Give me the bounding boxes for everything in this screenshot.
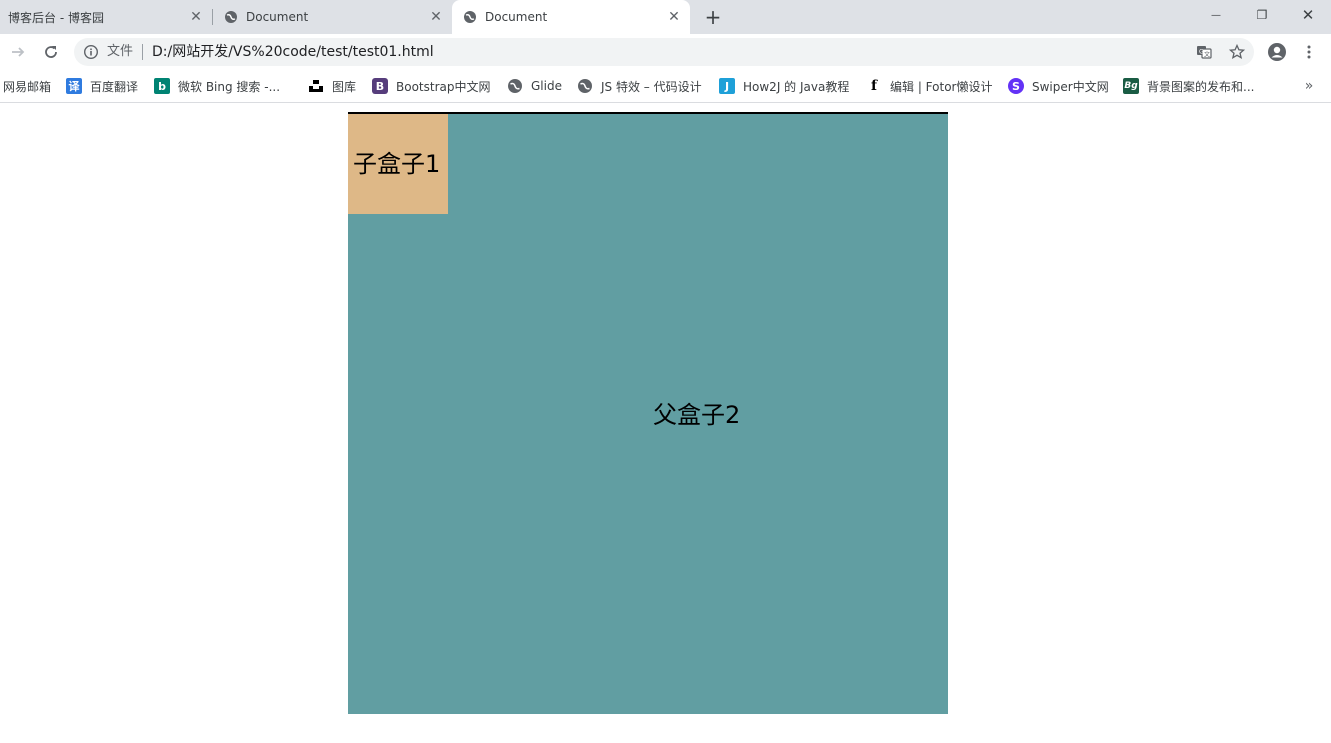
browser-toolbar: 文件 D:/网站开发/VS%20code/test/test01.html G文 — [0, 34, 1331, 70]
double-chevron-right-icon: » — [1304, 78, 1314, 94]
minimize-button[interactable]: — — [1193, 0, 1239, 30]
tab-document-2[interactable]: Document ✕ — [452, 0, 690, 34]
translate-icon[interactable]: G文 — [1196, 44, 1212, 60]
bookmark-fotor[interactable]: f 编辑 | Fotor懒设计 — [866, 76, 993, 96]
globe-icon — [224, 10, 238, 24]
reload-icon — [45, 46, 57, 58]
omnibox-divider — [142, 44, 143, 60]
child-box: 子盒子1 — [348, 114, 448, 214]
bookmark-glide[interactable]: Glide — [507, 76, 562, 96]
tab-close-icon[interactable]: ✕ — [666, 9, 682, 25]
restore-icon: ❐ — [1256, 8, 1268, 22]
info-icon[interactable] — [83, 44, 99, 60]
bookmark-label: How2J 的 Java教程 — [743, 79, 850, 94]
bookmark-label: Bootstrap中文网 — [396, 79, 491, 94]
bookmarks-overflow-button[interactable]: » — [1299, 76, 1319, 96]
child-box-label: 子盒子1 — [353, 150, 441, 178]
globe-icon — [463, 10, 477, 24]
bookmarks-bar: 网易邮箱 译 百度翻译 b 微软 Bing 搜索 -... 图库 B Boots… — [0, 70, 1331, 103]
parent-box-label: 父盒子2 — [653, 401, 741, 429]
bootstrap-icon: B — [372, 78, 388, 94]
new-tab-button[interactable]: + — [702, 5, 724, 29]
bookmark-label: 背景图案的发布和... — [1147, 79, 1255, 94]
menu-button[interactable] — [1295, 38, 1323, 66]
arrow-right-icon — [12, 47, 25, 57]
bookmark-label: 网易邮箱 — [3, 79, 52, 94]
bookmark-label: 百度翻译 — [90, 79, 139, 94]
star-icon[interactable] — [1229, 44, 1245, 60]
bookmark-label: 微软 Bing 搜索 -... — [178, 79, 281, 94]
tab-close-icon[interactable]: ✕ — [188, 9, 204, 25]
swiper-icon: S — [1008, 78, 1024, 94]
globe-icon — [577, 78, 593, 94]
fotor-icon: f — [870, 78, 878, 94]
close-icon: ✕ — [1301, 6, 1315, 24]
bookmark-netease-mail[interactable]: 网易邮箱 — [3, 76, 51, 96]
tab-title: Document — [246, 10, 309, 24]
tab-strip: 博客后台 - 博客园 ✕ Document ✕ Document ✕ + — ❐… — [0, 0, 1331, 34]
tab-divider — [212, 9, 213, 25]
bookmark-bing[interactable]: b 微软 Bing 搜索 -... — [154, 76, 280, 96]
forward-button[interactable] — [4, 38, 32, 66]
how2j-icon: J — [719, 78, 735, 94]
bookmark-gallery[interactable]: 图库 — [308, 76, 356, 96]
more-vert-icon — [1307, 45, 1311, 59]
translate-icon: 译 — [66, 78, 82, 94]
bookmark-label: JS 特效 – 代码设计 — [601, 79, 702, 94]
bookmark-how2j[interactable]: J How2J 的 Java教程 — [719, 76, 849, 96]
url-text[interactable]: D:/网站开发/VS%20code/test/test01.html — [152, 44, 434, 60]
minimize-icon: — — [1211, 9, 1221, 21]
bookmark-label: Swiper中文网 — [1032, 79, 1109, 94]
close-window-button[interactable]: ✕ — [1285, 0, 1331, 30]
reload-button[interactable] — [37, 38, 65, 66]
globe-icon — [507, 78, 523, 94]
tab-title: Document — [485, 10, 548, 24]
address-bar[interactable]: 文件 D:/网站开发/VS%20code/test/test01.html G文 — [74, 38, 1254, 66]
unsplash-icon — [308, 78, 324, 94]
bookmark-baidu-translate[interactable]: 译 百度翻译 — [66, 76, 138, 96]
account-icon — [1268, 43, 1286, 61]
bookmark-bootstrap[interactable]: B Bootstrap中文网 — [372, 76, 490, 96]
parent-box: 子盒子1 父盒子2 — [348, 112, 948, 714]
tab-document-1[interactable]: Document ✕ — [224, 0, 444, 34]
bg-icon: Bg — [1123, 78, 1139, 94]
tab-blog-admin[interactable]: 博客后台 - 博客园 ✕ — [8, 0, 204, 34]
restore-button[interactable]: ❐ — [1239, 0, 1285, 30]
bookmark-swiper[interactable]: S Swiper中文网 — [1008, 76, 1109, 96]
svg-text:文: 文 — [1204, 51, 1210, 59]
tab-title: 博客后台 - 博客园 — [8, 10, 104, 25]
bookmark-bg-patterns[interactable]: Bg 背景图案的发布和... — [1123, 76, 1254, 96]
bing-icon: b — [154, 78, 170, 94]
profile-button[interactable] — [1263, 38, 1291, 66]
bookmark-label: Glide — [531, 79, 562, 93]
bookmark-js-effects[interactable]: JS 特效 – 代码设计 — [577, 76, 702, 96]
tab-close-icon[interactable]: ✕ — [428, 9, 444, 25]
bookmark-label: 编辑 | Fotor懒设计 — [890, 79, 993, 94]
site-info-label[interactable]: 文件 — [107, 44, 133, 60]
bookmark-label: 图库 — [332, 79, 357, 94]
page-viewport: 子盒子1 父盒子2 — [0, 103, 1331, 743]
